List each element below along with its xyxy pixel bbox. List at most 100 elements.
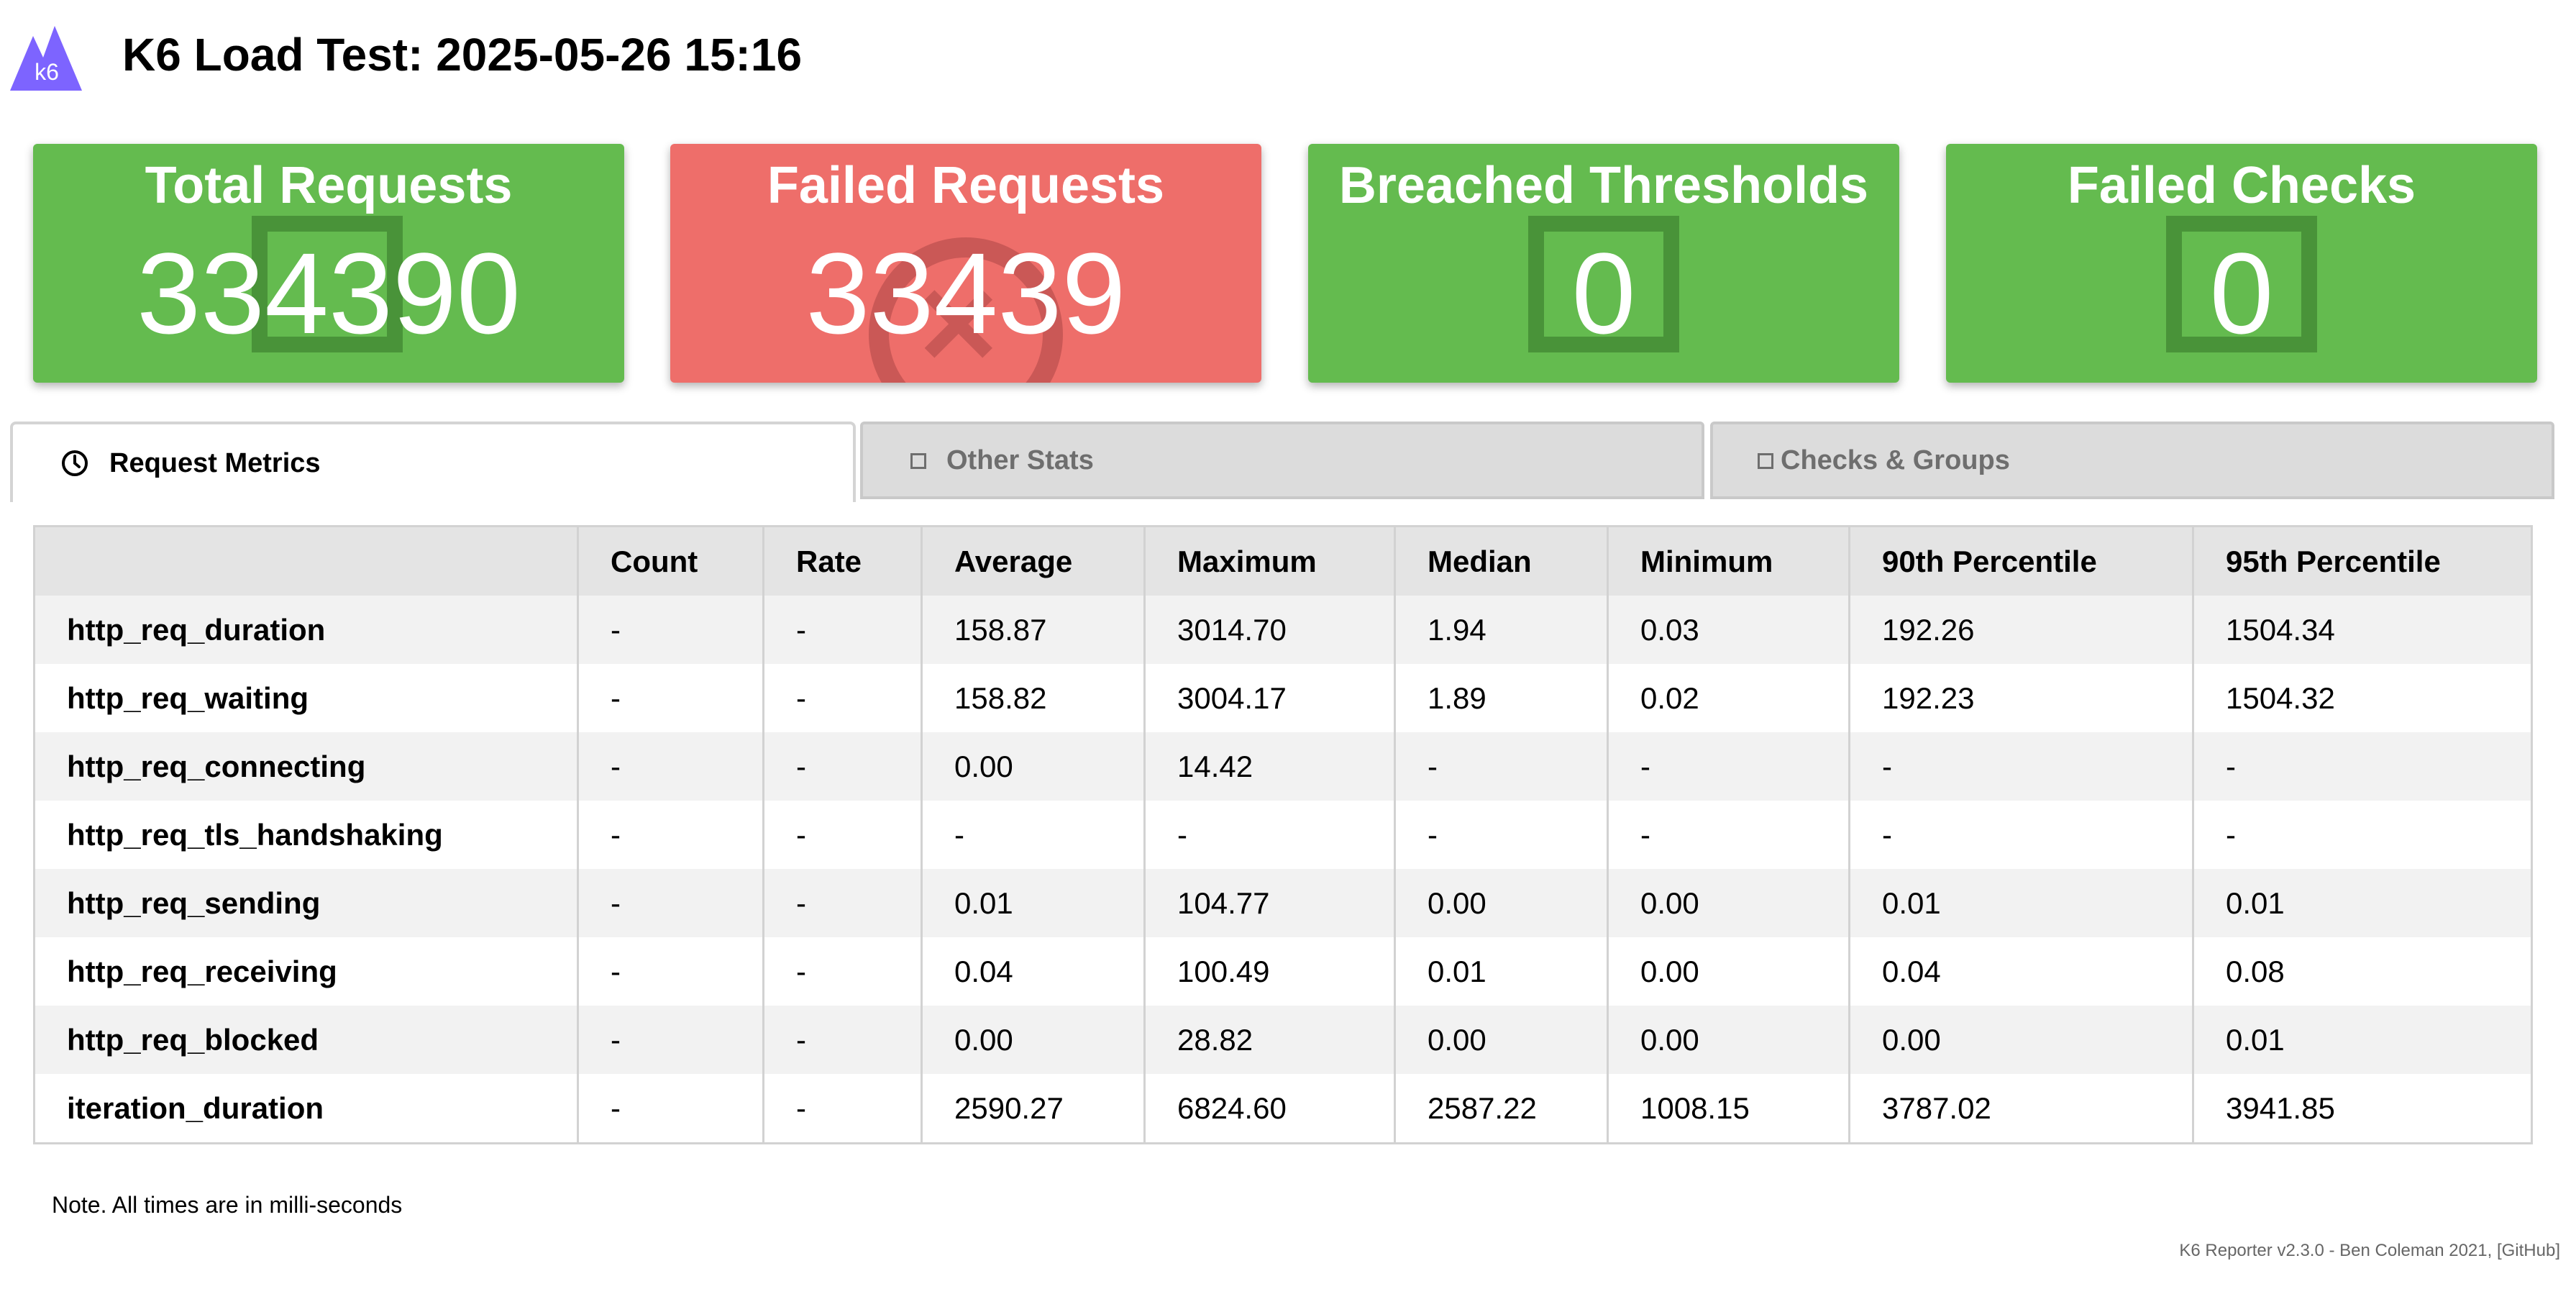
metric-name-cell: http_req_blocked (33, 1006, 578, 1074)
column-header: Median (1394, 526, 1608, 596)
table-row: http_req_connecting - -0.00 14.42- - - - (33, 732, 2532, 801)
tab-label: Checks & Groups (1781, 445, 2010, 475)
metric-value-cell: - (1848, 801, 2193, 869)
card-title: Total Requests (145, 157, 513, 214)
metric-value-cell: 0.01 (1848, 869, 2193, 937)
metric-value-cell: - (1607, 801, 1850, 869)
metric-value-cell: 0.00 (1394, 1006, 1608, 1074)
metric-value-cell: 1.89 (1394, 664, 1608, 732)
metric-name-cell: iteration_duration (33, 1074, 578, 1144)
metric-value-cell: - (762, 664, 922, 732)
metric-value-cell: 158.87 (921, 596, 1145, 664)
metric-value-cell: 1.94 (1394, 596, 1608, 664)
metric-value-cell: - (577, 1006, 764, 1074)
table-header-row: Count Rate Average Maximum Median Minimu… (33, 526, 2532, 596)
metric-value-cell: 1504.34 (2192, 596, 2532, 664)
header: k6 (10, 22, 82, 94)
column-header: Maximum (1143, 526, 1395, 596)
table-row: iteration_duration - -2590.27 6824.60 2587.2… (33, 1074, 2532, 1144)
metric-value-cell: 0.01 (921, 869, 1145, 937)
table-row: http_req_duration - -158.87 3014.70 1.94 0.03… (33, 596, 2532, 664)
card-title: Failed Requests (767, 157, 1165, 214)
metric-value-cell: 0.02 (1607, 664, 1850, 732)
metric-value-cell: 0.00 (1607, 1006, 1850, 1074)
metrics-table: Count Rate Average Maximum Median Minimu… (33, 525, 2533, 1144)
column-header: 95th Percentile (2192, 526, 2532, 596)
metric-value-cell: - (2192, 801, 2532, 869)
tab-label: Other Stats (946, 445, 1094, 475)
metric-value-cell: - (1394, 801, 1608, 869)
metric-value-cell: - (762, 801, 922, 869)
card-value: 0 (2209, 229, 2274, 357)
k6-logo-icon: k6 (10, 26, 82, 91)
metric-value-cell: 28.82 (1143, 1006, 1395, 1074)
metric-name-cell: http_req_tls_handshaking (33, 801, 578, 869)
metric-value-cell: 0.01 (2192, 1006, 2532, 1074)
metric-value-cell: 0.00 (1394, 869, 1608, 937)
metric-value-cell: 0.04 (1848, 937, 2193, 1006)
metric-value-cell: - (762, 596, 922, 664)
metric-value-cell: 6824.60 (1143, 1074, 1395, 1144)
table-row: http_req_tls_handshaking - - - - - - - - (33, 801, 2532, 869)
card-title: Breached Thresholds (1338, 157, 1869, 214)
metric-value-cell: - (577, 937, 764, 1006)
metric-value-cell: - (577, 869, 764, 937)
table-row: http_req_blocked - -0.00 28.82 0.00 0.00 0.00 0… (33, 1006, 2532, 1074)
metric-name-cell: http_req_sending (33, 869, 578, 937)
column-header: Average (921, 526, 1145, 596)
metric-value-cell: 0.00 (921, 732, 1145, 801)
metric-name-cell: http_req_duration (33, 596, 578, 664)
units-note: Note. All times are in milli-seconds (52, 1192, 403, 1218)
metric-value-cell: 14.42 (1143, 732, 1395, 801)
metric-value-cell: - (577, 664, 764, 732)
column-header (33, 526, 578, 596)
metric-name-cell: http_req_receiving (33, 937, 578, 1006)
metric-value-cell: - (921, 801, 1145, 869)
metric-value-cell: 3014.70 (1143, 596, 1395, 664)
metric-value-cell: - (762, 732, 922, 801)
metric-value-cell: 192.23 (1848, 664, 2193, 732)
metric-value-cell: - (2192, 732, 2532, 801)
metric-value-cell: 0.01 (2192, 869, 2532, 937)
metric-value-cell: 3941.85 (2192, 1074, 2532, 1144)
metric-value-cell: - (762, 1074, 922, 1144)
tab-request-metrics[interactable]: Request Metrics (10, 422, 856, 502)
metric-value-cell: 0.08 (2192, 937, 2532, 1006)
column-header: Rate (762, 526, 922, 596)
metric-value-cell: 0.04 (921, 937, 1145, 1006)
metric-value-cell: 0.01 (1394, 937, 1608, 1006)
metric-value-cell: - (577, 801, 764, 869)
card-failed-checks: Failed Checks 0 (1946, 144, 2537, 383)
clock-icon (60, 449, 89, 478)
tab-label: Request Metrics (109, 447, 321, 478)
metric-value-cell: 0.00 (921, 1006, 1145, 1074)
metric-value-cell: - (762, 869, 922, 937)
metric-value-cell: 0.00 (1607, 869, 1850, 937)
tab-checks-groups[interactable]: Checks & Groups (1710, 422, 2554, 499)
card-value: 0 (1571, 229, 1636, 357)
column-header: Count (577, 526, 764, 596)
github-link[interactable]: [GitHub] (2497, 1241, 2560, 1260)
column-header: 90th Percentile (1848, 526, 2193, 596)
metric-value-cell: 158.82 (921, 664, 1145, 732)
metric-value-cell: 2590.27 (921, 1074, 1145, 1144)
metric-name-cell: http_req_waiting (33, 664, 578, 732)
metric-value-cell: - (1607, 732, 1850, 801)
metric-value-cell: - (577, 596, 764, 664)
table-row: http_req_receiving - -0.04 100.49 0.01 0.00 0.… (33, 937, 2532, 1006)
metric-value-cell: 0.00 (1848, 1006, 2193, 1074)
card-value: 33439 (805, 229, 1126, 357)
metric-value-cell: 192.26 (1848, 596, 2193, 664)
metric-value-cell: - (1143, 801, 1395, 869)
metric-value-cell: 100.49 (1143, 937, 1395, 1006)
metric-value-cell: - (1394, 732, 1608, 801)
metric-value-cell: - (762, 937, 922, 1006)
metric-value-cell: - (577, 1074, 764, 1144)
card-value: 334390 (137, 229, 521, 357)
table-row: http_req_waiting - -158.82 3004.17 1.89 0.02 1… (33, 664, 2532, 732)
metric-value-cell: 0.03 (1607, 596, 1850, 664)
column-header: Minimum (1607, 526, 1850, 596)
tab-other-stats[interactable]: Other Stats (860, 422, 1704, 499)
page-title: K6 Load Test: 2025-05-26 15:16 (122, 29, 803, 81)
metric-value-cell: 1504.32 (2192, 664, 2532, 732)
